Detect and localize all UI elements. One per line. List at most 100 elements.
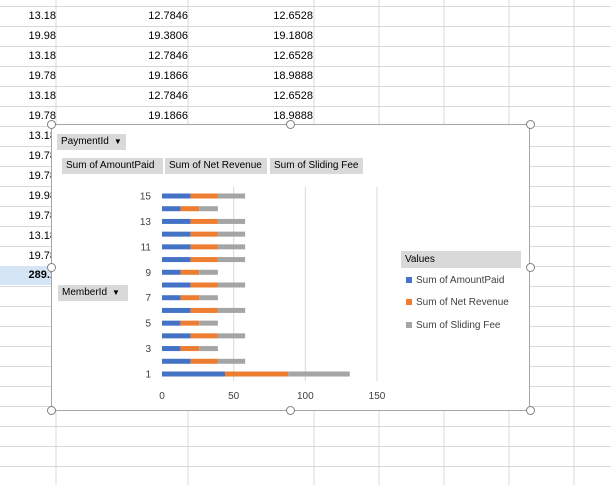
cell-a[interactable]: 19.78 (0, 146, 56, 166)
y-tick-label: 3 (145, 344, 151, 355)
bar-1-member-8 (162, 282, 191, 288)
bar-1-member-13 (162, 218, 191, 224)
bar-2-member-13 (190, 218, 218, 224)
resize-handle-bottom-right[interactable] (526, 406, 535, 415)
bar-2-member-8 (190, 282, 218, 288)
cell-b[interactable]: 12.7846 (57, 6, 188, 26)
cell-a[interactable]: 19.78 (0, 166, 56, 186)
dropdown-arrow-icon: ▼ (113, 137, 122, 146)
x-tick-label: 100 (297, 391, 314, 402)
cell-b[interactable]: 12.7846 (57, 86, 188, 106)
resize-handle-left[interactable] (47, 263, 56, 272)
cell-b[interactable]: 19.1866 (57, 66, 188, 86)
cell-a[interactable]: 13.18 (0, 86, 56, 106)
y-tick-label: 1 (145, 370, 151, 381)
bar-1-member-9 (162, 269, 181, 275)
cell-a[interactable]: 13.18 (0, 126, 56, 146)
y-tick-label: 15 (140, 192, 152, 203)
cell-a[interactable]: 13.18 (0, 226, 56, 246)
bar-1-member-3 (162, 346, 181, 352)
cell-a[interactable]: 19.78 (0, 66, 56, 86)
axis-field-button[interactable]: MemberId ▼ (58, 285, 128, 301)
cell-c[interactable]: 12.6528 (189, 46, 313, 66)
cell-c[interactable]: 18.9888 (189, 66, 313, 86)
bar-2-member-1 (225, 371, 289, 377)
bar-1-member-11 (162, 244, 191, 250)
value-field-netrevenue[interactable]: Sum of Net Revenue (165, 158, 267, 174)
bar-3-member-14 (199, 206, 218, 212)
value-field-amountpaid[interactable]: Sum of AmountPaid (62, 158, 163, 174)
bar-2-member-9 (180, 269, 200, 275)
bar-3-member-2 (217, 358, 246, 364)
bar-2-member-3 (180, 346, 200, 352)
resize-handle-bottom-left[interactable] (47, 406, 56, 415)
bar-3-member-9 (199, 269, 218, 275)
bar-2-member-7 (180, 295, 200, 301)
cell-b[interactable]: 19.1866 (57, 106, 188, 126)
bar-3-member-10 (217, 257, 246, 263)
cell-a[interactable]: 19.98 (0, 186, 56, 206)
legend-swatch (406, 322, 412, 329)
bar-1-member-1 (162, 371, 226, 377)
legend-item-amountpaid: Sum of AmountPaid (406, 274, 504, 288)
cell-c[interactable]: 12.6528 (189, 86, 313, 106)
cell-a[interactable]: 19.98 (0, 26, 56, 46)
y-tick-label: 11 (141, 242, 152, 253)
cell-a[interactable]: 19.78 (0, 206, 56, 226)
y-tick-label: 9 (145, 268, 151, 279)
cell-b[interactable]: 12.7846 (57, 46, 188, 66)
legend-swatch (406, 299, 412, 306)
bar-3-member-12 (217, 231, 246, 237)
cell-a[interactable]: 13.18 (0, 46, 56, 66)
cell-a[interactable]: 19.78 (0, 246, 56, 266)
y-tick-label: 13 (140, 217, 152, 228)
resize-handle-top-left[interactable] (47, 120, 56, 129)
x-tick-label: 150 (369, 391, 386, 402)
resize-handle-right[interactable] (526, 263, 535, 272)
pivot-chart[interactable]: 0 50 100 150 1 3 5 7 9 11 13 15 PaymentId ▼ Sum of A… (51, 124, 530, 411)
x-tick-label: 0 (159, 391, 165, 402)
bar-1-member-4 (162, 333, 191, 339)
bar-1-member-6 (162, 307, 191, 313)
bar-2-member-10 (190, 257, 218, 263)
bar-1-member-5 (162, 320, 181, 326)
bar-2-member-12 (190, 231, 218, 237)
cell-c[interactable]: 19.1808 (189, 26, 313, 46)
bar-3-member-4 (217, 333, 246, 339)
y-tick-label: 7 (145, 293, 151, 304)
filter-field-button[interactable]: PaymentId ▼ (57, 134, 126, 150)
bar-3-member-1 (288, 371, 350, 377)
bar-2-member-11 (190, 244, 218, 250)
bar-3-member-8 (217, 282, 246, 288)
bar-1-member-12 (162, 231, 191, 237)
dropdown-arrow-icon: ▼ (112, 288, 120, 297)
bar-1-member-7 (162, 295, 181, 301)
legend-item-netrevenue: Sum of Net Revenue (406, 296, 509, 310)
bar-1-member-10 (162, 257, 191, 263)
resize-handle-bottom[interactable] (286, 406, 295, 415)
bar-2-member-5 (180, 320, 200, 326)
bar-1-member-15 (162, 193, 191, 199)
bar-2-member-14 (180, 206, 200, 212)
bar-2-member-4 (190, 333, 218, 339)
y-tick-label: 5 (145, 319, 151, 330)
resize-handle-top-right[interactable] (526, 120, 535, 129)
cell-b[interactable]: 19.3806 (57, 26, 188, 46)
cell-c[interactable]: 12.6528 (189, 6, 313, 26)
bar-3-member-13 (217, 218, 246, 224)
legend-item-slidingfee: Sum of Sliding Fee (406, 319, 501, 333)
bar-3-member-15 (217, 193, 246, 199)
bar-3-member-3 (199, 346, 218, 352)
bar-2-member-6 (190, 307, 218, 313)
x-tick-label: 50 (228, 391, 240, 402)
bar-3-member-7 (199, 295, 218, 301)
bar-1-member-14 (162, 206, 181, 212)
axis-field-label: MemberId (62, 287, 108, 298)
bar-2-member-2 (190, 358, 218, 364)
resize-handle-top[interactable] (286, 120, 295, 129)
bar-2-member-15 (190, 193, 218, 199)
cell-a[interactable]: 13.18 (0, 6, 56, 26)
legend-values-button[interactable]: Values (401, 251, 521, 268)
value-field-slidingfee[interactable]: Sum of Sliding Fee (270, 158, 363, 174)
bar-1-member-2 (162, 358, 191, 364)
